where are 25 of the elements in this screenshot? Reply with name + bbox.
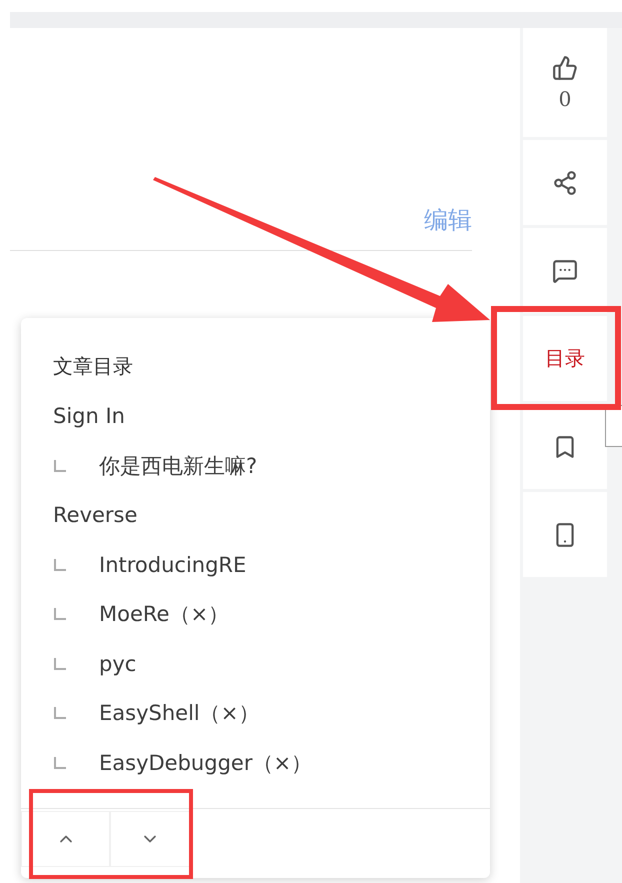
scroll-up-button[interactable] bbox=[21, 811, 110, 867]
toc-section[interactable]: Reverse bbox=[53, 503, 138, 528]
thumbs-up-icon bbox=[552, 54, 578, 80]
branch-icon bbox=[53, 756, 67, 770]
branch-icon bbox=[53, 607, 67, 622]
branch-icon bbox=[53, 656, 67, 671]
comment-button[interactable] bbox=[523, 228, 607, 313]
like-button[interactable]: 0 bbox=[523, 28, 607, 137]
mobile-button[interactable] bbox=[523, 492, 607, 577]
branch-icon bbox=[53, 458, 67, 473]
toc-section[interactable]: Sign In bbox=[53, 404, 125, 428]
toc-item[interactable]: EasyShell（×） bbox=[99, 699, 260, 728]
toc-button[interactable]: 目录 bbox=[523, 316, 607, 401]
like-count: 0 bbox=[558, 86, 572, 110]
toc-item[interactable]: IntroducingRE bbox=[99, 552, 246, 577]
toc-item[interactable]: pyc bbox=[99, 652, 136, 676]
toc-item[interactable]: EasyDebugger（×） bbox=[99, 748, 312, 777]
toc-item[interactable]: 你是西电新生嘛? bbox=[99, 452, 258, 480]
chat-bubble-icon bbox=[552, 258, 578, 284]
share-icon bbox=[552, 170, 578, 196]
branch-icon bbox=[53, 558, 67, 572]
branch-icon bbox=[53, 706, 67, 720]
toc-item[interactable]: MoeRe（×） bbox=[99, 600, 230, 628]
toc-title: 文章目录 bbox=[53, 353, 133, 380]
share-button[interactable] bbox=[523, 140, 607, 225]
